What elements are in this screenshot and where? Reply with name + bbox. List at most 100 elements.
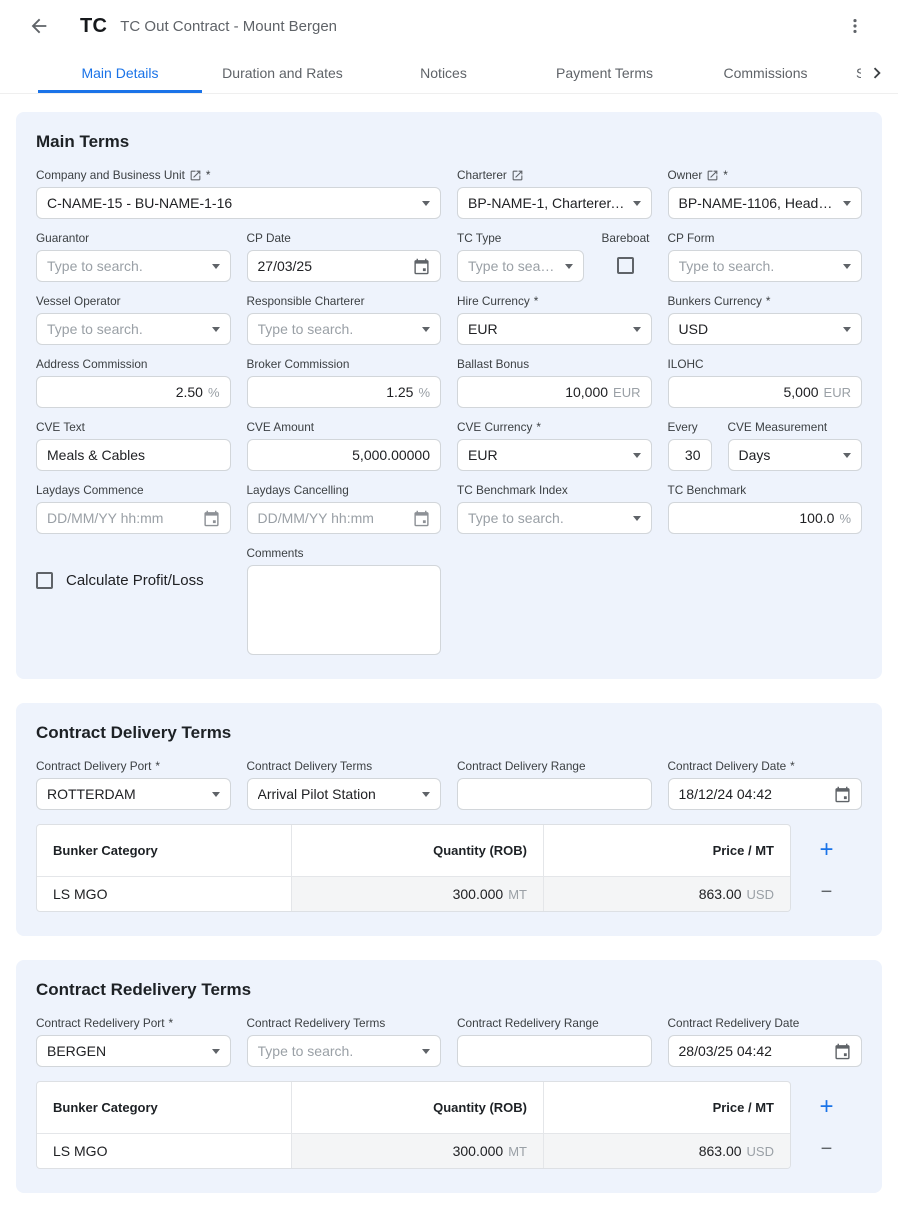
contract-delivery-range-input[interactable] <box>457 778 652 810</box>
field-bunkers-currency: Bunkers Currency * USD <box>668 294 863 345</box>
ballast-bonus-input[interactable]: 10,000EUR <box>457 376 652 408</box>
bareboat-checkbox[interactable] <box>617 257 634 274</box>
calendar-icon[interactable] <box>413 258 430 275</box>
more-options-button[interactable] <box>842 13 868 39</box>
tab-commissions[interactable]: Commissions <box>685 52 846 93</box>
tc-benchmark-input[interactable]: 100.0% <box>668 502 863 534</box>
field-charterer: Charterer BP-NAME-1, Charterer, … <box>457 168 652 219</box>
address-commission-input[interactable]: 2.50% <box>36 376 231 408</box>
required-asterisk: * <box>766 294 771 308</box>
open-in-new-icon[interactable] <box>706 169 719 182</box>
calendar-icon[interactable] <box>834 1043 851 1060</box>
calculate-profit-loss-checkbox[interactable] <box>36 572 53 589</box>
field-laydays-cancelling: Laydays Cancelling DD/MM/YY hh:mm <box>247 483 442 534</box>
unit-suffix: MT <box>508 1144 527 1159</box>
bunker-category-cell[interactable]: LS MGO <box>37 1134 291 1168</box>
price-cell[interactable]: 863.00USD <box>543 877 790 911</box>
caret-down-icon <box>843 453 851 458</box>
cve-measurement-select[interactable]: Days <box>728 439 863 471</box>
minus-icon: − <box>821 1138 833 1161</box>
contract-redelivery-range-input[interactable] <box>457 1035 652 1067</box>
charterer-select[interactable]: BP-NAME-1, Charterer, … <box>457 187 652 219</box>
required-asterisk: * <box>206 168 211 182</box>
calendar-icon[interactable] <box>834 786 851 803</box>
tab-payment-terms[interactable]: Payment Terms <box>524 52 685 93</box>
bunker-category-cell[interactable]: LS MGO <box>37 877 291 911</box>
contract-delivery-terms-card: Contract Delivery Terms Contract Deliver… <box>16 703 882 936</box>
calendar-icon[interactable] <box>413 510 430 527</box>
required-asterisk: * <box>169 1016 174 1030</box>
responsible-charterer-select[interactable]: Type to search. <box>247 313 442 345</box>
remove-row-button[interactable]: − <box>812 1132 842 1166</box>
field-label: Bunkers Currency <box>668 294 762 308</box>
calendar-icon[interactable] <box>203 510 220 527</box>
app-logo: TC <box>80 15 107 38</box>
caret-down-icon <box>212 1049 220 1054</box>
tc-type-select[interactable]: Type to sea… <box>457 250 584 282</box>
guarantor-select[interactable]: Type to search. <box>36 250 231 282</box>
add-row-button[interactable]: + <box>812 1081 842 1132</box>
section-title: Contract Redelivery Terms <box>36 980 862 1000</box>
cp-date-input[interactable]: 27/03/25 <box>247 250 442 282</box>
delivery-bunker-table: Bunker Category Quantity (ROB) Price / M… <box>36 824 791 912</box>
quantity-cell[interactable]: 300.000MT <box>291 877 543 911</box>
field-label: Contract Redelivery Terms <box>247 1016 386 1030</box>
open-in-new-icon[interactable] <box>511 169 524 182</box>
cp-form-select[interactable]: Type to search. <box>668 250 863 282</box>
field-label: Hire Currency <box>457 294 530 308</box>
tab-duration-and-rates[interactable]: Duration and Rates <box>202 52 363 93</box>
hire-currency-select[interactable]: EUR <box>457 313 652 345</box>
field-cve-amount: CVE Amount 5,000.00000 <box>247 420 442 471</box>
col-header-price-mt: Price / MT <box>543 1082 790 1133</box>
open-in-new-icon[interactable] <box>189 169 202 182</box>
col-header-quantity-rob: Quantity (ROB) <box>291 1082 543 1133</box>
field-contract-delivery-terms: Contract Delivery Terms Arrival Pilot St… <box>247 759 442 810</box>
field-tc-benchmark: TC Benchmark 100.0% <box>668 483 863 534</box>
tc-benchmark-index-select[interactable]: Type to search. <box>457 502 652 534</box>
caret-down-icon <box>212 264 220 269</box>
field-label: Contract Delivery Range <box>457 759 586 773</box>
field-label: Owner <box>668 168 703 182</box>
contract-delivery-port-select[interactable]: ROTTERDAM <box>36 778 231 810</box>
form-row: Calculate Profit/Loss Comments <box>36 546 862 655</box>
ilohc-input[interactable]: 5,000EUR <box>668 376 863 408</box>
price-cell[interactable]: 863.00USD <box>543 1134 790 1168</box>
field-label: Every <box>668 420 698 434</box>
comments-textarea[interactable] <box>247 565 442 655</box>
cve-amount-input[interactable]: 5,000.00000 <box>247 439 442 471</box>
tab-notices[interactable]: Notices <box>363 52 524 93</box>
broker-commission-input[interactable]: 1.25% <box>247 376 442 408</box>
bunkers-currency-select[interactable]: USD <box>668 313 863 345</box>
unit-suffix: USD <box>747 1144 774 1159</box>
field-contract-delivery-port: Contract Delivery Port* ROTTERDAM <box>36 759 231 810</box>
cve-currency-select[interactable]: EUR <box>457 439 652 471</box>
caret-down-icon <box>565 264 573 269</box>
quantity-cell[interactable]: 300.000MT <box>291 1134 543 1168</box>
owner-select[interactable]: BP-NAME-1106, Head … <box>668 187 863 219</box>
field-label: Laydays Commence <box>36 483 144 497</box>
contract-redelivery-port-select[interactable]: BERGEN <box>36 1035 231 1067</box>
caret-down-icon <box>843 327 851 332</box>
section-title: Contract Delivery Terms <box>36 723 862 743</box>
tabs-scroll-next-button[interactable] <box>861 52 893 93</box>
contract-redelivery-date-input[interactable]: 28/03/25 04:42 <box>668 1035 863 1067</box>
tab-main-details[interactable]: Main Details <box>38 52 202 93</box>
required-asterisk: * <box>536 420 541 434</box>
every-measurement-group: Every 30 CVE Measurement Days <box>668 420 863 471</box>
cve-text-input[interactable]: Meals & Cables <box>36 439 231 471</box>
app-header: TC TC Out Contract - Mount Bergen <box>0 0 898 52</box>
vessel-operator-select[interactable]: Type to search. <box>36 313 231 345</box>
laydays-cancelling-input[interactable]: DD/MM/YY hh:mm <box>247 502 442 534</box>
every-input[interactable]: 30 <box>668 439 712 471</box>
field-label: Company and Business Unit <box>36 168 185 182</box>
remove-row-button[interactable]: − <box>812 875 842 909</box>
company-business-unit-select[interactable]: C-NAME-15 - BU-NAME-1-16 <box>36 187 441 219</box>
laydays-commence-input[interactable]: DD/MM/YY hh:mm <box>36 502 231 534</box>
field-contract-delivery-date: Contract Delivery Date* 18/12/24 04:42 <box>668 759 863 810</box>
contract-redelivery-terms-select[interactable]: Type to search. <box>247 1035 442 1067</box>
contract-delivery-date-input[interactable]: 18/12/24 04:42 <box>668 778 863 810</box>
back-button[interactable] <box>26 13 52 39</box>
add-row-button[interactable]: + <box>812 824 842 875</box>
contract-delivery-terms-select[interactable]: Arrival Pilot Station <box>247 778 442 810</box>
field-label: CVE Currency <box>457 420 532 434</box>
